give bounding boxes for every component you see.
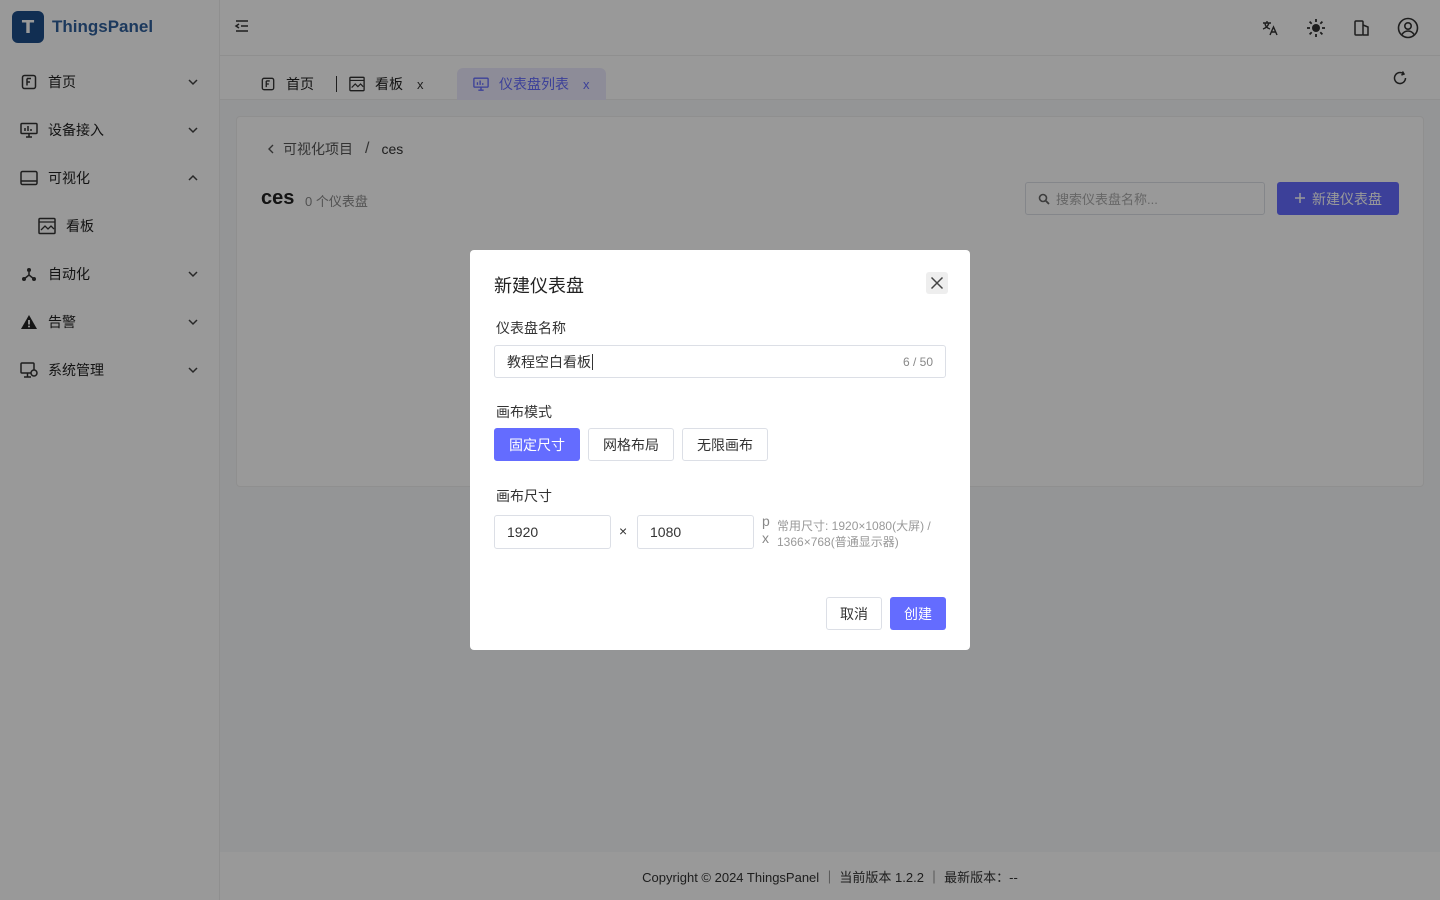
create-button[interactable]: 创建 — [890, 597, 946, 630]
mode-fixed-size-button[interactable]: 固定尺寸 — [494, 428, 580, 461]
height-value: 1080 — [650, 524, 682, 540]
times-sign: × — [619, 523, 628, 539]
mode-label: 画布模式 — [496, 404, 552, 420]
dialog-title: 新建仪表盘 — [494, 276, 584, 296]
dashboard-name-input[interactable]: 教程空白看板 6 / 50 — [494, 345, 946, 378]
name-label: 仪表盘名称 — [496, 320, 566, 336]
size-hint: 常用尺寸: 1920×1080(大屏) / 1366×768(普通显示器) — [777, 519, 931, 549]
canvas-mode-group: 固定尺寸 网格布局 无限画布 — [494, 428, 768, 461]
name-value: 教程空白看板 — [507, 353, 591, 370]
px-unit: px — [762, 513, 770, 546]
size-label: 画布尺寸 — [496, 488, 552, 504]
close-icon[interactable] — [926, 272, 948, 294]
text-caret — [592, 353, 593, 370]
new-dashboard-dialog: 新建仪表盘 仪表盘名称 教程空白看板 6 / 50 画布模式 固定尺寸 网格布局… — [470, 250, 970, 650]
char-counter: 6 / 50 — [902, 354, 933, 369]
mode-grid-layout-button[interactable]: 网格布局 — [588, 428, 674, 461]
width-value: 1920 — [507, 524, 539, 540]
cancel-button[interactable]: 取消 — [826, 597, 882, 630]
canvas-height-input[interactable]: 1080 — [637, 515, 754, 549]
mode-infinite-canvas-button[interactable]: 无限画布 — [682, 428, 768, 461]
canvas-width-input[interactable]: 1920 — [494, 515, 611, 549]
